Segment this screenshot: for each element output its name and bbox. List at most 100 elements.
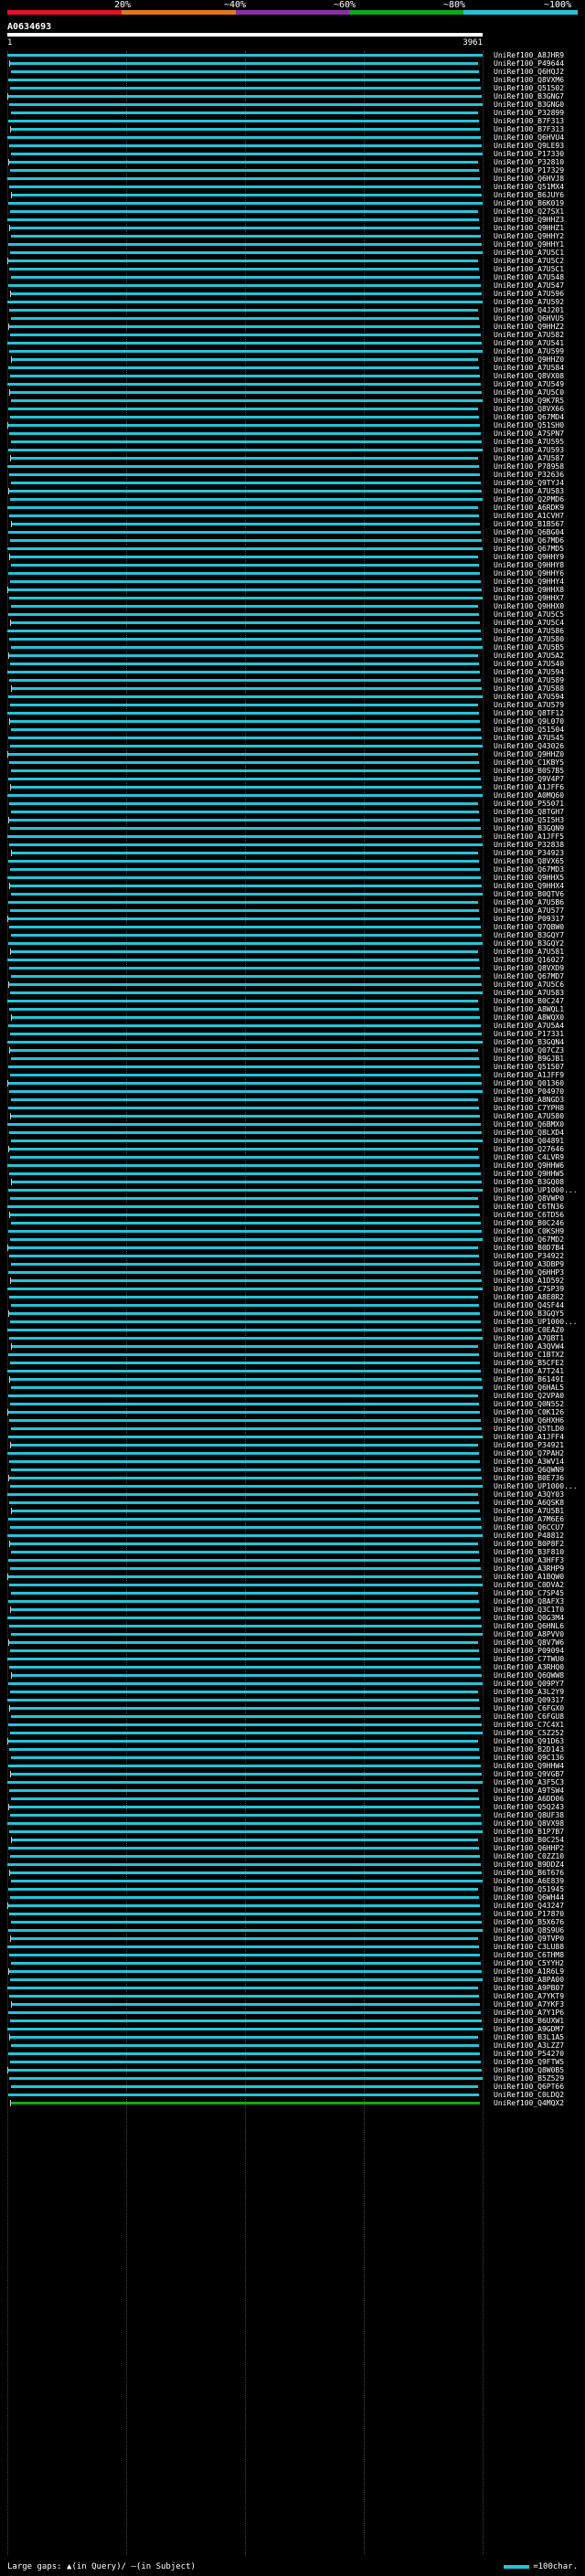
hit-alignment-bar[interactable]: [10, 1403, 479, 1405]
hit-alignment-bar[interactable]: [11, 1839, 478, 1841]
hit-alignment-bar[interactable]: [8, 1559, 480, 1562]
hit-row[interactable]: UniRef100_Q6HQJ2: [0, 68, 585, 76]
hit-label[interactable]: UniRef100_P17329: [494, 166, 564, 175]
hit-alignment-bar[interactable]: [8, 1312, 480, 1315]
hit-label[interactable]: UniRef100_C7SP39: [494, 1285, 564, 1293]
hit-row[interactable]: UniRef100_Q7PAH2: [0, 1449, 585, 1458]
hit-row[interactable]: UniRef100_A3DBP9: [0, 1260, 585, 1268]
hit-alignment-bar[interactable]: [10, 1320, 481, 1323]
hit-row[interactable]: UniRef100_P55071: [0, 800, 585, 808]
hit-alignment-bar[interactable]: [7, 383, 481, 386]
hit-label[interactable]: UniRef100_A1BQW0: [494, 1573, 564, 1581]
hit-alignment-bar[interactable]: [7, 1781, 483, 1784]
hit-label[interactable]: UniRef100_A7Y1P6: [494, 2009, 564, 2017]
hit-alignment-bar[interactable]: [9, 1707, 480, 1710]
hit-label[interactable]: UniRef100_B6149I: [494, 1375, 564, 1383]
hit-row[interactable]: UniRef100_Q6HHP3: [0, 1268, 585, 1277]
hit-alignment-bar[interactable]: [11, 111, 478, 114]
hit-row[interactable]: UniRef100_B0E736: [0, 1474, 585, 1482]
hit-alignment-bar[interactable]: [11, 1715, 481, 1718]
hit-row[interactable]: UniRef100_Q5TLD0: [0, 1425, 585, 1433]
hit-label[interactable]: UniRef100_Q9VGB7: [494, 1770, 564, 1778]
hit-row[interactable]: UniRef100_A7SPN7: [0, 429, 585, 438]
hit-label[interactable]: UniRef100_P32899: [494, 109, 564, 117]
hit-label[interactable]: UniRef100_Q8AFX3: [494, 1597, 564, 1606]
hit-label[interactable]: UniRef100_A7U594: [494, 693, 564, 701]
hit-label[interactable]: UniRef100_P09094: [494, 1647, 564, 1655]
hit-row[interactable]: UniRef100_Q04891: [0, 1137, 585, 1145]
hit-row[interactable]: UniRef100_Q27646: [0, 1145, 585, 1153]
hit-alignment-bar[interactable]: [10, 2102, 480, 2104]
hit-label[interactable]: UniRef100_A3RHP9: [494, 1564, 564, 1573]
hit-row[interactable]: UniRef100_Q8VX98: [0, 1819, 585, 1828]
hit-row[interactable]: UniRef100_A1R6L9: [0, 1967, 585, 1976]
hit-alignment-bar[interactable]: [9, 1995, 479, 1998]
hit-row[interactable]: UniRef100_Q67MD6: [0, 536, 585, 545]
hit-row[interactable]: UniRef100_Q8VWP0: [0, 1194, 585, 1203]
hit-label[interactable]: UniRef100_B3GNG0: [494, 101, 564, 109]
hit-label[interactable]: UniRef100_A7U5A2: [494, 652, 564, 660]
hit-row[interactable]: UniRef100_Q2VPA0: [0, 1392, 585, 1400]
hit-alignment-bar[interactable]: [7, 1411, 480, 1414]
hit-label[interactable]: UniRef100_B0QTV6: [494, 890, 564, 898]
hit-row[interactable]: UniRef100_A7U547: [0, 281, 585, 290]
hit-row[interactable]: UniRef100_P49644: [0, 59, 585, 68]
hit-alignment-bar[interactable]: [8, 819, 480, 822]
hit-alignment-bar[interactable]: [8, 778, 481, 780]
hit-alignment-bar[interactable]: [11, 1592, 478, 1595]
hit-alignment-bar[interactable]: [9, 1501, 479, 1504]
hit-label[interactable]: UniRef100_UP1000...: [494, 1318, 578, 1326]
hit-label[interactable]: UniRef100_A8E8R2: [494, 1293, 564, 1301]
hit-row[interactable]: UniRef100_Q9HHX7: [0, 594, 585, 602]
hit-label[interactable]: UniRef100_A7QBT1: [494, 1334, 564, 1342]
hit-row[interactable]: UniRef100_Q9HHW4: [0, 1762, 585, 1770]
hit-label[interactable]: UniRef100_B3GQN4: [494, 1038, 564, 1046]
hit-row[interactable]: UniRef100_B3F810: [0, 1548, 585, 1556]
hit-row[interactable]: UniRef100_Q9HHY4: [0, 578, 585, 586]
hit-row[interactable]: UniRef100_A7U5A4: [0, 1022, 585, 1030]
hit-row[interactable]: UniRef100_Q9VGB7: [0, 1770, 585, 1778]
hit-label[interactable]: UniRef100_Q9HHY9: [494, 553, 564, 561]
hit-alignment-bar[interactable]: [7, 1822, 482, 1825]
hit-row[interactable]: UniRef100_A6QSK8: [0, 1499, 585, 1507]
hit-alignment-bar[interactable]: [9, 514, 479, 517]
hit-label[interactable]: UniRef100_A7U580: [494, 1112, 564, 1120]
hit-alignment-bar[interactable]: [8, 243, 482, 246]
hit-row[interactable]: UniRef100_A0MQ60: [0, 791, 585, 800]
hit-alignment-bar[interactable]: [11, 1633, 483, 1636]
hit-alignment-bar[interactable]: [7, 917, 480, 920]
hit-alignment-bar[interactable]: [8, 1641, 478, 1644]
hit-row[interactable]: UniRef100_A7U592: [0, 298, 585, 306]
hit-alignment-bar[interactable]: [7, 506, 478, 509]
hit-alignment-bar[interactable]: [9, 926, 481, 928]
hit-alignment-bar[interactable]: [11, 194, 482, 196]
hit-row[interactable]: UniRef100_A7U5B1: [0, 1507, 585, 1515]
hit-alignment-bar[interactable]: [11, 564, 479, 567]
hit-alignment-bar[interactable]: [10, 457, 478, 460]
hit-alignment-bar[interactable]: [9, 1666, 481, 1669]
hit-alignment-bar[interactable]: [11, 235, 481, 238]
hit-row[interactable]: UniRef100_Q9LE93: [0, 142, 585, 150]
hit-row[interactable]: UniRef100_A3QVW4: [0, 1342, 585, 1351]
hit-label[interactable]: UniRef100_Q9C136: [494, 1754, 564, 1762]
hit-alignment-bar[interactable]: [8, 737, 482, 739]
hit-label[interactable]: UniRef100_Q7QBW0: [494, 923, 564, 931]
hit-row[interactable]: UniRef100_Q9HHY1: [0, 240, 585, 249]
hit-row[interactable]: UniRef100_P48812: [0, 1532, 585, 1540]
hit-label[interactable]: UniRef100_A7U586: [494, 627, 564, 635]
hit-row[interactable]: UniRef100_P78958: [0, 462, 585, 471]
hit-row[interactable]: UniRef100_Q51507: [0, 1063, 585, 1071]
hit-label[interactable]: UniRef100_Q8UF38: [494, 1811, 564, 1819]
hit-label[interactable]: UniRef100_A7U587: [494, 454, 564, 462]
hit-alignment-bar[interactable]: [7, 794, 483, 797]
hit-label[interactable]: UniRef100_A1CVH7: [494, 512, 564, 520]
hit-row[interactable]: UniRef100_C5YYH2: [0, 1959, 585, 1967]
hit-row[interactable]: UniRef100_A7U593: [0, 446, 585, 454]
hit-row[interactable]: UniRef100_A1JFF9: [0, 1071, 585, 1079]
hit-alignment-bar[interactable]: [11, 1304, 479, 1307]
hit-row[interactable]: UniRef100_Q67MD3: [0, 865, 585, 874]
hit-alignment-bar[interactable]: [7, 218, 479, 221]
hit-row[interactable]: UniRef100_P32838: [0, 841, 585, 849]
hit-label[interactable]: UniRef100_P04970: [494, 1087, 564, 1096]
hit-alignment-bar[interactable]: [10, 1567, 481, 1570]
